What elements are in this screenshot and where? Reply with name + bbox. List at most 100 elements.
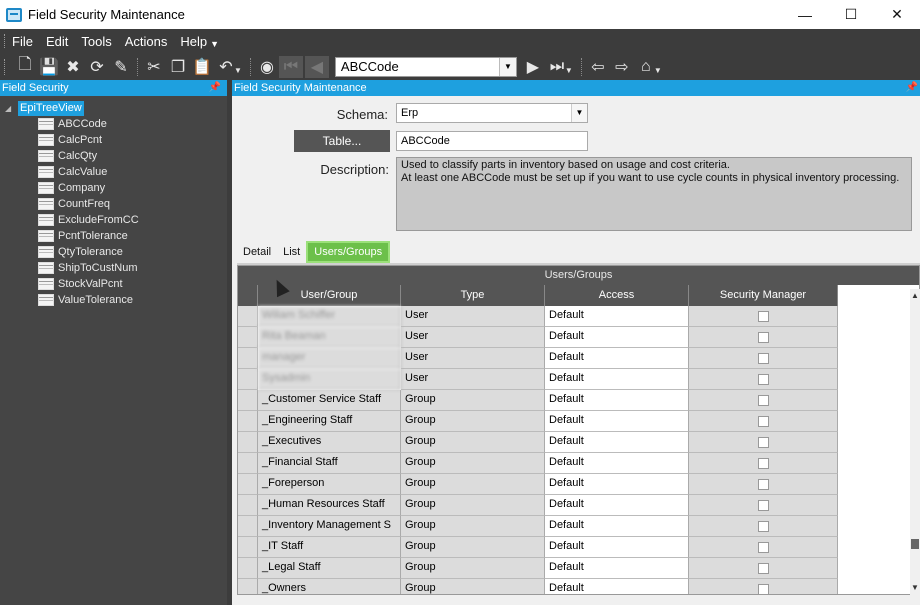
previous-record-button[interactable]: ◀: [304, 55, 329, 78]
delete-button[interactable]: ✖: [61, 56, 85, 78]
cell-type[interactable]: Group: [401, 579, 545, 594]
menu-overflow-icon[interactable]: ▼: [210, 39, 219, 49]
close-button[interactable]: ✕: [874, 0, 920, 29]
cell-type[interactable]: User: [401, 306, 545, 327]
copy-button[interactable]: ❐: [166, 56, 190, 78]
row-selector[interactable]: [238, 411, 258, 432]
table-row[interactable]: _Foreperson Group Default: [238, 474, 919, 495]
paste-button[interactable]: 📋: [190, 56, 214, 78]
tree-item[interactable]: QtyTolerance: [0, 244, 227, 260]
tree-root-label[interactable]: EpiTreeView: [18, 100, 84, 116]
cell-access[interactable]: Default: [545, 411, 689, 432]
row-selector[interactable]: [238, 453, 258, 474]
row-selector[interactable]: [238, 495, 258, 516]
row-selector[interactable]: [238, 306, 258, 327]
tab-detail[interactable]: Detail: [237, 241, 277, 263]
menu-tools[interactable]: Tools: [81, 34, 111, 49]
cell-user-group[interactable]: Sysadmin: [258, 369, 401, 390]
record-navigator-combo[interactable]: ABCCode ▼: [334, 56, 517, 77]
menu-actions[interactable]: Actions: [125, 34, 168, 49]
cell-type[interactable]: User: [401, 327, 545, 348]
search-button[interactable]: ◉: [255, 56, 279, 78]
description-field[interactable]: Used to classify parts in inventory base…: [396, 157, 912, 231]
cell-type[interactable]: Group: [401, 453, 545, 474]
menu-edit[interactable]: Edit: [46, 34, 68, 49]
tree-item[interactable]: CalcValue: [0, 164, 227, 180]
table-field[interactable]: ABCCode: [396, 131, 588, 151]
tab-list[interactable]: List: [277, 241, 306, 263]
cell-user-group[interactable]: _Customer Service Staff: [258, 390, 401, 411]
table-row[interactable]: Sysadmin User Default: [238, 369, 919, 390]
cell-type[interactable]: Group: [401, 390, 545, 411]
security-manager-checkbox[interactable]: [757, 436, 769, 448]
tree-item[interactable]: ExcludeFromCC: [0, 212, 227, 228]
toolbar-overflow-icon[interactable]: ▼: [654, 66, 662, 75]
security-manager-checkbox[interactable]: [757, 415, 769, 427]
cell-user-group[interactable]: manager: [258, 348, 401, 369]
cell-user-group[interactable]: _Owners: [258, 579, 401, 594]
navigation-dropdown-icon[interactable]: ▼: [565, 66, 573, 75]
table-row[interactable]: Rita Beaman User Default: [238, 327, 919, 348]
minimize-button[interactable]: —: [782, 0, 828, 29]
cell-access[interactable]: Default: [545, 369, 689, 390]
table-row[interactable]: _Engineering Staff Group Default: [238, 411, 919, 432]
cut-button[interactable]: ✂: [142, 56, 166, 78]
maximize-button[interactable]: ☐: [828, 0, 874, 29]
row-selector[interactable]: [238, 516, 258, 537]
new-button[interactable]: 🗋: [13, 56, 37, 78]
cell-user-group[interactable]: Wiliam Schiffer: [258, 306, 401, 327]
security-manager-checkbox[interactable]: [757, 310, 769, 322]
tree-item[interactable]: CalcPcnt: [0, 132, 227, 148]
forward-button[interactable]: ⇨: [610, 56, 634, 78]
row-selector[interactable]: [238, 579, 258, 594]
security-manager-checkbox[interactable]: [757, 583, 769, 594]
table-row[interactable]: _Executives Group Default: [238, 432, 919, 453]
cell-type[interactable]: Group: [401, 558, 545, 579]
column-header-type[interactable]: Type: [401, 285, 545, 306]
table-row[interactable]: _Inventory Management S Group Default: [238, 516, 919, 537]
save-button[interactable]: 💾: [37, 56, 61, 78]
undo-dropdown-icon[interactable]: ▼: [234, 66, 242, 75]
cell-type[interactable]: Group: [401, 537, 545, 558]
row-selector[interactable]: [238, 390, 258, 411]
cell-type[interactable]: Group: [401, 411, 545, 432]
collapse-icon[interactable]: ◢: [0, 104, 18, 113]
security-manager-checkbox[interactable]: [757, 394, 769, 406]
chevron-down-icon[interactable]: ▼: [571, 104, 587, 122]
tree-item[interactable]: StockValPcnt: [0, 276, 227, 292]
menu-help[interactable]: Help: [180, 34, 207, 49]
scroll-thumb[interactable]: [911, 539, 919, 549]
table-row[interactable]: _Human Resources Staff Group Default: [238, 495, 919, 516]
tree-item[interactable]: CalcQty: [0, 148, 227, 164]
cell-type[interactable]: Group: [401, 474, 545, 495]
pin-icon[interactable]: 📌: [906, 80, 918, 96]
row-selector[interactable]: [238, 369, 258, 390]
security-manager-checkbox[interactable]: [757, 520, 769, 532]
cell-user-group[interactable]: _Foreperson: [258, 474, 401, 495]
cell-user-group[interactable]: _IT Staff: [258, 537, 401, 558]
row-selector[interactable]: [238, 432, 258, 453]
back-button[interactable]: ⇦: [586, 56, 610, 78]
cell-type[interactable]: Group: [401, 516, 545, 537]
scroll-down-icon[interactable]: ▼: [910, 581, 920, 595]
security-manager-checkbox[interactable]: [757, 562, 769, 574]
table-row[interactable]: _IT Staff Group Default: [238, 537, 919, 558]
cell-access[interactable]: Default: [545, 558, 689, 579]
row-selector[interactable]: [238, 537, 258, 558]
table-row[interactable]: _Financial Staff Group Default: [238, 453, 919, 474]
security-manager-checkbox[interactable]: [757, 352, 769, 364]
table-row[interactable]: Wiliam Schiffer User Default: [238, 306, 919, 327]
clear-button[interactable]: ✎: [109, 56, 133, 78]
security-manager-checkbox[interactable]: [757, 457, 769, 469]
cell-access[interactable]: Default: [545, 348, 689, 369]
cell-access[interactable]: Default: [545, 516, 689, 537]
tree-item[interactable]: Company: [0, 180, 227, 196]
cell-access[interactable]: Default: [545, 537, 689, 558]
pin-icon[interactable]: 📌: [209, 80, 221, 96]
tab-users-groups[interactable]: Users/Groups: [306, 241, 391, 263]
scroll-up-icon[interactable]: ▲: [910, 289, 920, 303]
cell-user-group[interactable]: _Inventory Management S: [258, 516, 401, 537]
security-manager-checkbox[interactable]: [757, 499, 769, 511]
cell-user-group[interactable]: _Financial Staff: [258, 453, 401, 474]
cell-type[interactable]: User: [401, 348, 545, 369]
